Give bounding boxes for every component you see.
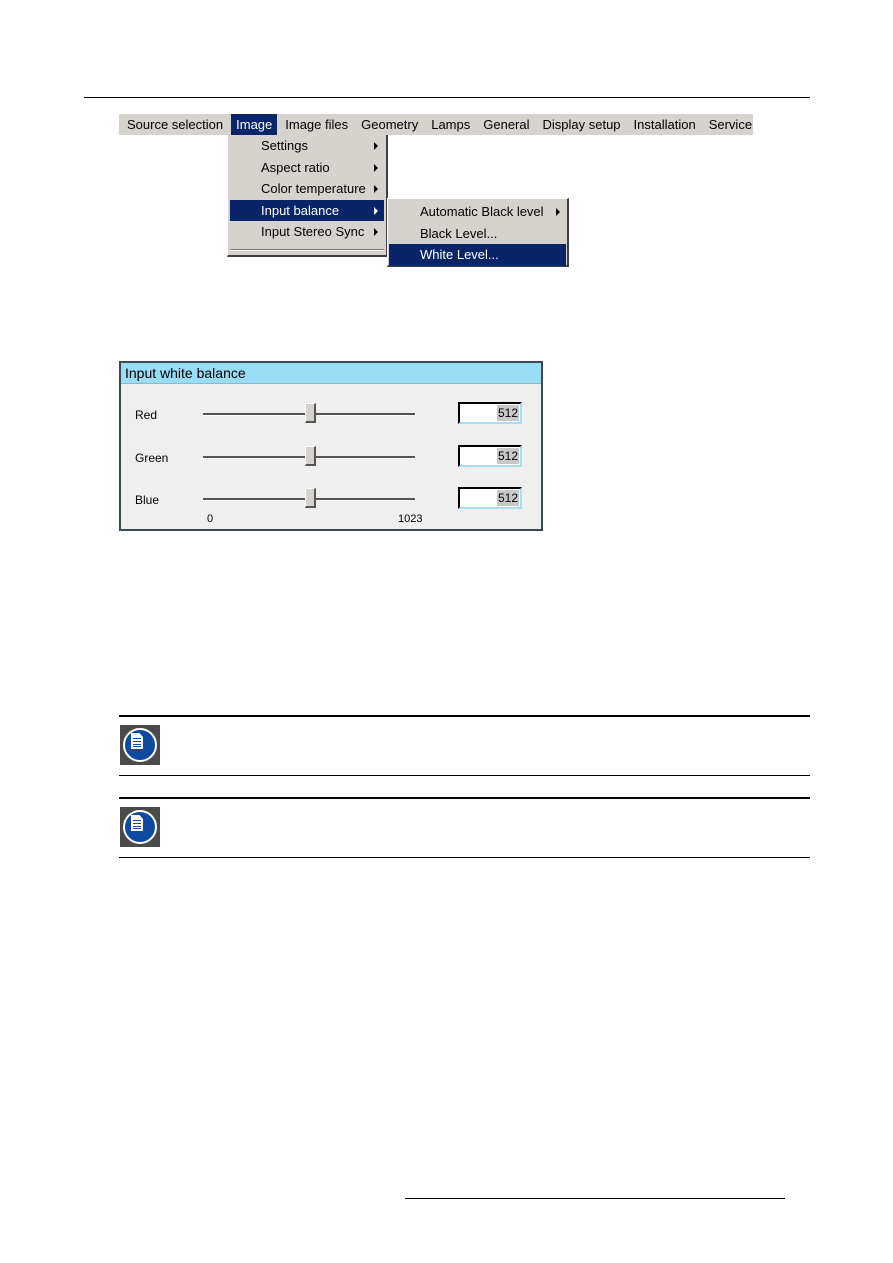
submenu-arrow-icon: [374, 206, 378, 215]
menu-item-input-stereo-sync[interactable]: Input Stereo Sync: [230, 221, 384, 243]
slider-label: Red: [135, 408, 158, 422]
document-glyph-icon: [131, 733, 143, 749]
menu-item-color-temperature[interactable]: Color temperature: [230, 178, 384, 200]
menu-geometry[interactable]: Geometry: [356, 114, 423, 135]
scale-min-label: 0: [207, 513, 214, 525]
menu-lamps[interactable]: Lamps: [426, 114, 475, 135]
slider-thumb[interactable]: [304, 446, 316, 466]
menu-item-automatic-black-level[interactable]: Automatic Black level: [389, 201, 566, 223]
menu-item-label: Aspect ratio: [261, 159, 330, 175]
slider-label: Blue: [135, 493, 160, 507]
menu-separator: [230, 248, 384, 251]
menu-item-white-level[interactable]: White Level...: [389, 244, 566, 266]
menu-item-aspect-ratio[interactable]: Aspect ratio: [230, 157, 384, 179]
menu-image[interactable]: Image: [231, 114, 278, 135]
note-document-icon: [120, 807, 160, 847]
document-glyph-icon: [131, 815, 143, 831]
menu-source-selection[interactable]: Source selection: [122, 114, 228, 135]
scale-max-label: 1023: [398, 513, 423, 525]
slider-label: Green: [135, 451, 169, 465]
value-field[interactable]: 512: [458, 487, 522, 509]
note-bottom-rule: [119, 857, 810, 858]
note-top-rule: [119, 797, 810, 799]
menu-service[interactable]: Service: [704, 114, 757, 135]
value-text: 512: [496, 448, 519, 464]
submenu-arrow-icon: [374, 185, 378, 193]
menu-bar: Source selection Image Image files Geome…: [119, 114, 753, 135]
slider-row-blue: Blue 512: [121, 486, 541, 516]
menu-display-setup[interactable]: Display setup: [538, 114, 626, 135]
value-field[interactable]: 512: [458, 402, 522, 424]
input-balance-submenu: Automatic Black level Black Level... Whi…: [387, 198, 569, 267]
menu-item-label: Black Level...: [420, 225, 498, 241]
submenu-arrow-icon: [374, 228, 378, 236]
menu-general[interactable]: General: [478, 114, 534, 135]
submenu-arrow-icon: [556, 208, 560, 216]
slider-thumb[interactable]: [304, 488, 316, 508]
submenu-arrow-icon: [374, 142, 378, 150]
value-text: 512: [496, 490, 519, 506]
menu-item-input-balance[interactable]: Input balance: [230, 199, 384, 221]
image-dropdown: Settings Aspect ratio Color temperature …: [227, 135, 388, 257]
slider-thumb[interactable]: [304, 403, 316, 423]
dialog-title: Input white balance: [121, 363, 541, 384]
menu-item-label: Automatic Black level: [420, 204, 544, 219]
submenu-arrow-icon: [374, 163, 378, 172]
menu-item-settings[interactable]: Settings: [230, 135, 384, 157]
menu-image-files[interactable]: Image files: [280, 114, 353, 135]
note-bottom-rule: [119, 775, 810, 776]
input-white-balance-dialog: Input white balance Red 512 Green 512 Bl…: [119, 361, 543, 531]
menu-item-black-level[interactable]: Black Level...: [389, 223, 566, 245]
header-rule: [84, 97, 810, 98]
menu-item-label: White Level...: [420, 247, 499, 262]
note-top-rule: [119, 715, 810, 717]
slider-row-green: Green 512: [121, 444, 541, 474]
value-field[interactable]: 512: [458, 445, 522, 467]
menu-installation[interactable]: Installation: [629, 114, 701, 135]
note-document-icon: [120, 725, 160, 765]
menu-item-label: Input Stereo Sync: [261, 224, 365, 239]
menu-item-label: Input balance: [261, 202, 340, 218]
value-text: 512: [496, 405, 519, 421]
footer-rule: [405, 1198, 785, 1199]
slider-row-red: Red 512: [121, 401, 541, 431]
menu-item-label: Color temperature: [261, 181, 366, 196]
menu-item-label: Settings: [261, 138, 308, 153]
